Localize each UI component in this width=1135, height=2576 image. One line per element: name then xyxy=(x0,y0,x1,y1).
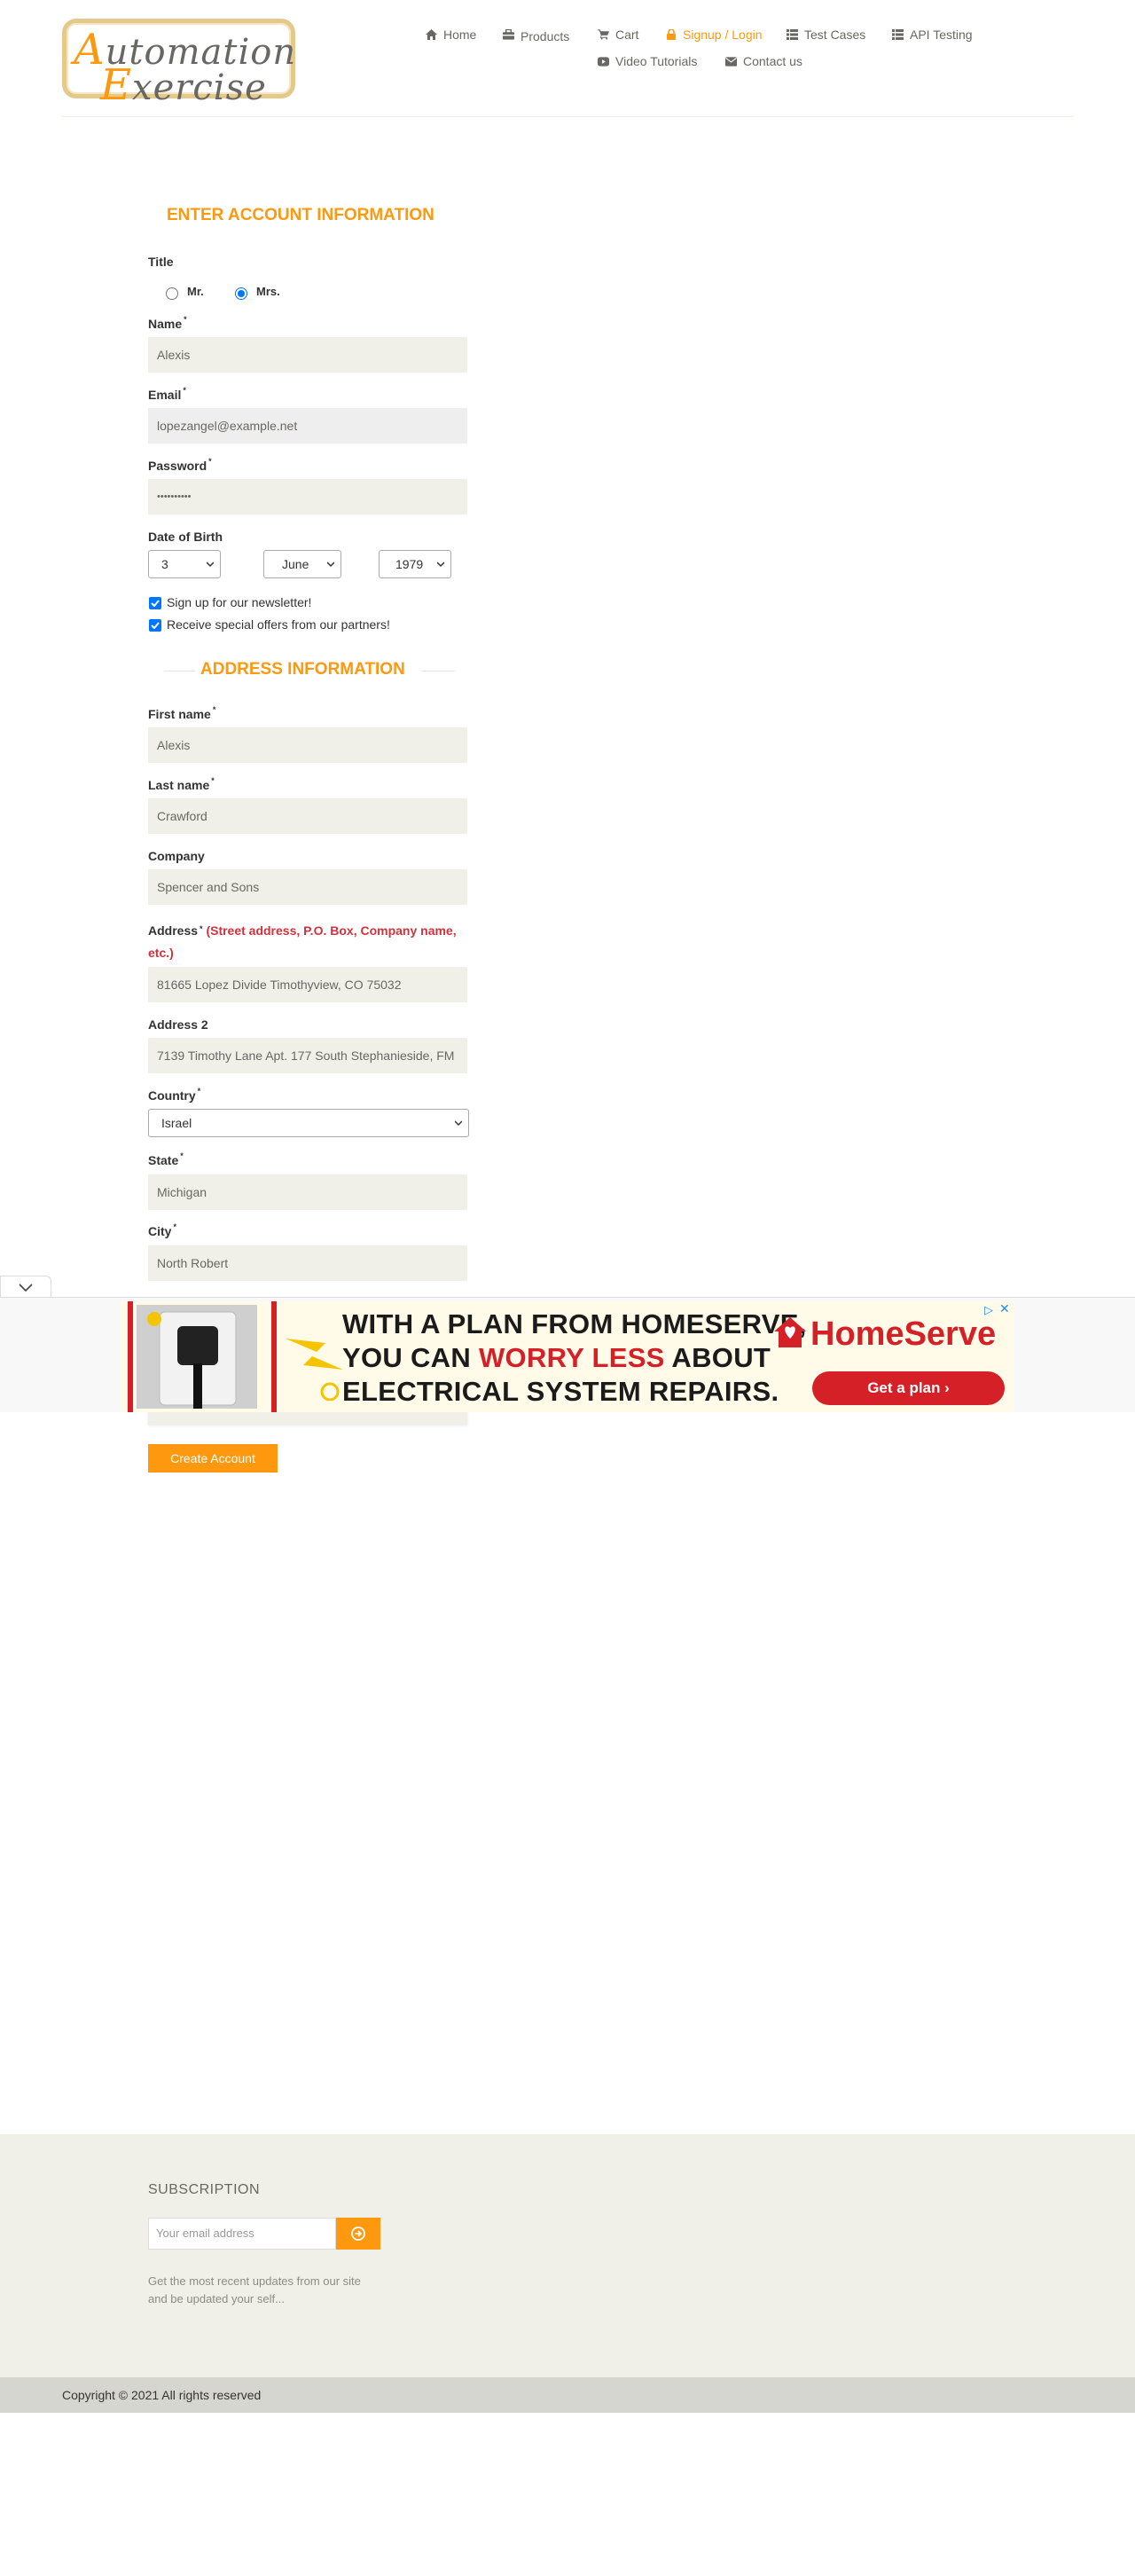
state-label: State * xyxy=(148,1151,184,1167)
subscribe-button[interactable] xyxy=(336,2218,380,2250)
envelope-icon xyxy=(725,56,737,67)
title-mr-label: Mr. xyxy=(187,285,204,298)
ad-brand-name: HomeServe xyxy=(810,1315,997,1353)
create-account-button[interactable]: Create Account xyxy=(148,1444,278,1473)
dob-label: Date of Birth xyxy=(148,530,223,544)
site-logo[interactable]: Automation Exercise xyxy=(62,19,295,110)
address-section-title: ADDRESS INFORMATION xyxy=(200,660,405,679)
company-label: Company xyxy=(148,849,205,863)
site-header: Automation Exercise Home Products Cart S… xyxy=(0,0,1135,117)
ad-headline-2: YOU CAN WORRY LESS ABOUT xyxy=(342,1342,771,1373)
youtube-icon xyxy=(598,56,609,67)
newsletter-label: Sign up for our newsletter! xyxy=(167,595,312,609)
password-input[interactable]: •••••••••• xyxy=(148,479,467,514)
nav-products[interactable]: Products xyxy=(503,27,570,43)
nav-contact-us[interactable]: Contact us xyxy=(725,54,802,68)
house-logo-icon xyxy=(774,1317,806,1347)
outlet-plug-image xyxy=(137,1305,257,1409)
ad-headline-3: ELECTRICAL SYSTEM REPAIRS. xyxy=(342,1376,779,1407)
subscription-title: SUBSCRIPTION xyxy=(148,2182,261,2197)
nav-api-testing[interactable]: API Testing xyxy=(892,27,973,42)
nav-products-label: Products xyxy=(521,29,570,43)
newsletter-checkbox[interactable] xyxy=(149,597,161,609)
ad-banner[interactable]: WITH A PLAN FROM HOMESERVE, YOU CAN WORR… xyxy=(121,1301,1014,1412)
name-input[interactable]: Alexis xyxy=(148,337,467,373)
arrow-circle-right-icon xyxy=(351,2227,365,2241)
title-mrs-label: Mrs. xyxy=(256,285,280,298)
country-label: Country * xyxy=(148,1087,201,1103)
dob-month-select[interactable]: June xyxy=(263,550,341,578)
password-label: Password * xyxy=(148,457,212,473)
chevron-down-icon xyxy=(19,1284,33,1292)
cart-icon xyxy=(598,29,609,41)
nav-video-tutorials-label: Video Tutorials xyxy=(615,54,698,68)
ad-cta-button[interactable]: Get a plan › xyxy=(812,1371,1005,1405)
chevron-down-icon xyxy=(455,1120,462,1127)
chevron-down-icon xyxy=(327,562,334,568)
country-select[interactable]: Israel xyxy=(148,1109,469,1137)
city-label: City * xyxy=(148,1222,176,1238)
city-input[interactable]: North Robert xyxy=(148,1245,467,1281)
address-label: Address * (Street address, P.O. Box, Comp… xyxy=(148,923,457,960)
address2-label: Address 2 xyxy=(148,1017,208,1032)
ad-collapse-tab[interactable] xyxy=(0,1276,51,1299)
email-label: Email * xyxy=(148,386,186,402)
logo-text-2: xercise xyxy=(132,67,267,108)
copyright-text: Copyright © 2021 All rights reserved xyxy=(62,2388,262,2402)
checkmark-icon xyxy=(151,622,160,629)
nav-cart-label: Cart xyxy=(615,27,639,42)
last-name-input[interactable]: Crawford xyxy=(148,798,467,834)
first-name-input[interactable]: Alexis xyxy=(148,727,467,763)
account-section-title: ENTER ACCOUNT INFORMATION xyxy=(167,206,434,224)
title-mrs-radio[interactable] xyxy=(235,287,247,300)
chevron-down-icon xyxy=(437,562,444,568)
home-icon xyxy=(426,29,437,41)
products-icon xyxy=(503,29,514,41)
nav-home[interactable]: Home xyxy=(426,27,476,42)
nav-home-label: Home xyxy=(443,27,477,42)
title-label: Title xyxy=(148,255,174,269)
subscription-email-input[interactable]: Your email address xyxy=(148,2218,336,2250)
name-label: Name * xyxy=(148,315,187,331)
nav-test-cases[interactable]: Test Cases xyxy=(787,27,865,42)
state-input[interactable]: Michigan xyxy=(148,1174,467,1210)
header-divider xyxy=(62,116,1073,117)
last-name-label: Last name * xyxy=(148,776,215,792)
nav-contact-us-label: Contact us xyxy=(743,54,802,68)
address-input[interactable]: 81665 Lopez Divide Timothyview, CO 75032 xyxy=(148,967,467,1002)
lightning-icon xyxy=(286,1339,343,1401)
ad-close-icon[interactable]: ✕ xyxy=(999,1301,1010,1316)
dob-year-select[interactable]: 1979 xyxy=(379,550,451,578)
address2-input[interactable]: 7139 Timothy Lane Apt. 177 South Stephan… xyxy=(148,1038,467,1073)
email-input[interactable]: lopezangel@example.net xyxy=(148,408,467,444)
nav-api-testing-label: API Testing xyxy=(910,27,973,42)
nav-cart[interactable]: Cart xyxy=(598,27,638,42)
offers-label: Receive special offers from our partners… xyxy=(167,617,390,632)
logo-cap-e: E xyxy=(100,60,133,110)
offers-checkbox[interactable] xyxy=(149,619,161,632)
list-icon xyxy=(892,29,904,41)
ad-headline-1: WITH A PLAN FROM HOMESERVE, xyxy=(342,1308,807,1339)
checkmark-icon xyxy=(151,600,160,607)
chevron-down-icon xyxy=(207,562,214,568)
list-icon xyxy=(787,29,798,41)
title-mr-radio[interactable] xyxy=(166,287,178,300)
nav-signup-login[interactable]: Signup / Login xyxy=(665,27,763,42)
dob-day-select[interactable]: 3 xyxy=(148,550,221,578)
first-name-label: First name * xyxy=(148,705,216,721)
ad-photo xyxy=(137,1305,257,1409)
company-input[interactable]: Spencer and Sons xyxy=(148,869,467,905)
nav-video-tutorials[interactable]: Video Tutorials xyxy=(598,54,697,68)
nav-test-cases-label: Test Cases xyxy=(804,27,866,42)
ad-info-icon[interactable]: ▷ xyxy=(984,1303,993,1317)
footer xyxy=(0,2134,1135,2377)
lock-icon xyxy=(665,29,677,41)
nav-signup-login-label: Signup / Login xyxy=(683,27,763,42)
subscription-text: Get the most recent updates from our sit… xyxy=(148,2274,361,2305)
